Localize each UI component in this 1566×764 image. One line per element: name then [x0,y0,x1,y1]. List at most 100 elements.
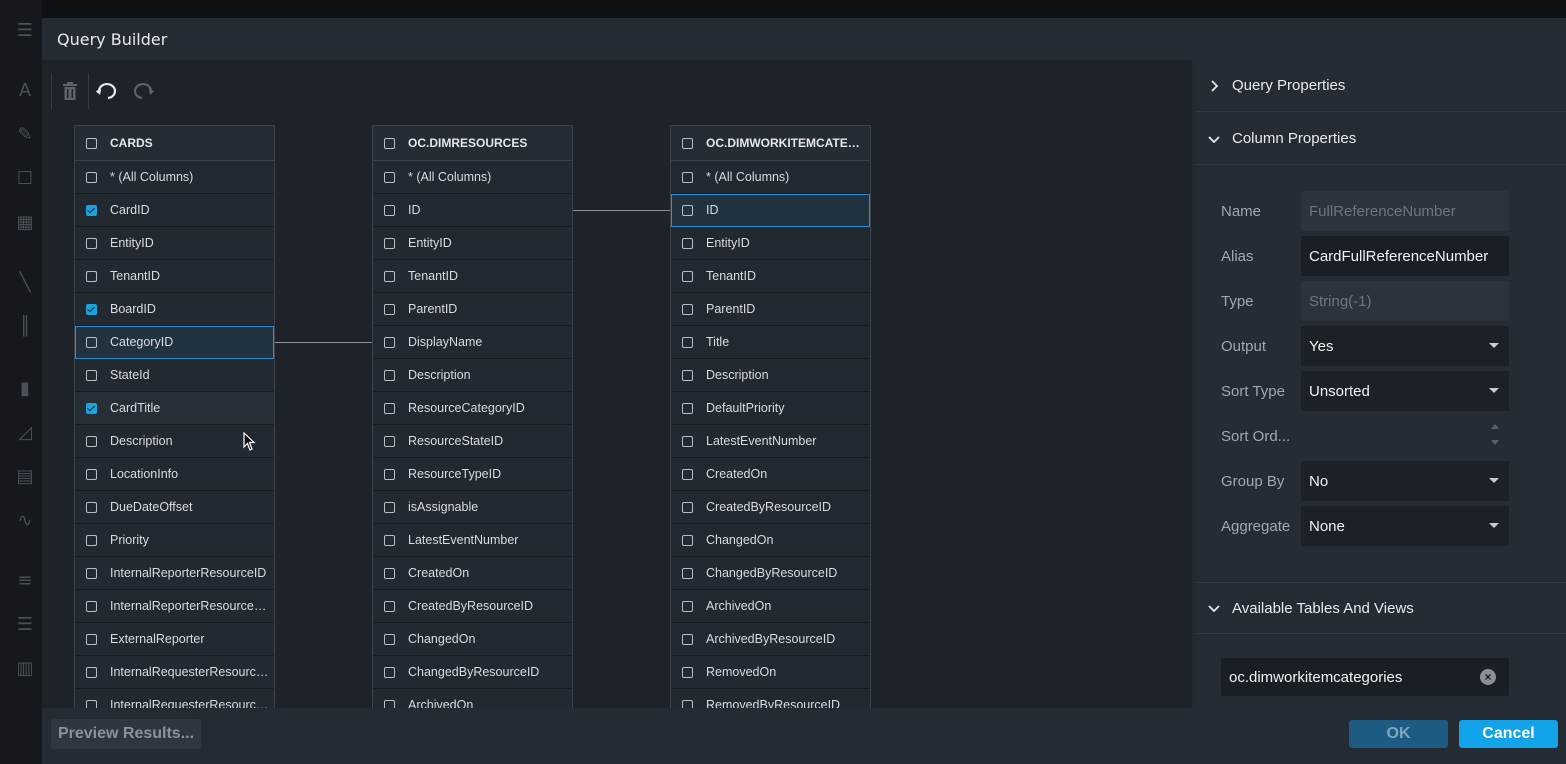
diagram-canvas[interactable]: CARDS * (All Columns) CardID EntityID Tenan… [42,60,1192,708]
column-checkbox[interactable] [682,435,693,447]
column-checkbox[interactable] [86,567,97,579]
column-checkbox[interactable] [682,699,693,708]
table-column-row[interactable]: ResourceTypeID [373,458,572,491]
table-column-row[interactable]: ParentID [373,293,572,326]
available-tables-header[interactable]: Available Tables And Views [1196,582,1566,634]
column-checkbox[interactable] [86,534,97,546]
column-checkbox[interactable] [86,633,97,645]
column-checkbox[interactable] [682,501,693,513]
column-checkbox[interactable] [384,171,395,183]
table-oc-dimworkitemcategories[interactable]: OC.DIMWORKITEMCATEGO... * (All Columns) I… [670,125,871,708]
table-column-row[interactable]: DisplayName [373,326,572,359]
table-column-row[interactable]: ChangedOn [671,524,870,557]
column-checkbox[interactable] [384,435,395,447]
table-column-row[interactable]: ChangedOn [373,623,572,656]
table-column-row[interactable]: TenantID [671,260,870,293]
column-checkbox[interactable] [86,468,97,480]
table-column-row[interactable]: Description [373,359,572,392]
column-checkbox[interactable] [682,600,693,612]
table-column-row[interactable]: ChangedByResourceID [373,656,572,689]
column-checkbox[interactable] [384,270,395,282]
column-checkbox[interactable] [86,699,97,708]
column-checkbox[interactable] [682,204,693,216]
column-checkbox[interactable] [682,633,693,645]
column-checkbox[interactable] [86,666,97,678]
table-oc-dimresources[interactable]: OC.DIMRESOURCES * (All Columns) ID EntityI… [372,125,573,708]
table-column-row[interactable]: * (All Columns) [75,161,274,194]
table-header[interactable]: CARDS [75,126,274,161]
stepper-down-icon[interactable] [1491,440,1499,445]
table-column-row[interactable]: * (All Columns) [671,161,870,194]
table-column-row[interactable]: TenantID [75,260,274,293]
table-select-checkbox[interactable] [86,137,97,149]
column-checkbox[interactable] [682,468,693,480]
preview-results-button[interactable]: Preview Results... [51,719,201,749]
table-column-row[interactable]: CardTitle [75,392,274,425]
table-column-row[interactable]: InternalReporterResourceC... [75,590,274,623]
column-checkbox[interactable] [384,600,395,612]
column-checkbox[interactable] [682,237,693,249]
table-column-row[interactable]: DefaultPriority [671,392,870,425]
group-by-select[interactable]: No [1301,461,1509,501]
cancel-button[interactable]: Cancel [1459,720,1558,748]
table-column-row[interactable]: TenantID [373,260,572,293]
relation-line[interactable] [273,342,372,343]
column-checkbox[interactable] [682,666,693,678]
table-select-checkbox[interactable] [384,137,395,149]
table-column-row[interactable]: Description [671,359,870,392]
table-column-row[interactable]: CategoryID [75,326,274,359]
column-checkbox[interactable] [86,303,97,315]
sort-type-select[interactable]: Unsorted [1301,371,1509,411]
table-column-row[interactable]: StateId [75,359,274,392]
relation-line[interactable] [572,210,670,211]
table-column-row[interactable]: ArchivedByResourceID [671,623,870,656]
table-column-row[interactable]: RemovedOn [671,656,870,689]
column-checkbox[interactable] [86,600,97,612]
column-checkbox[interactable] [682,171,693,183]
table-column-row[interactable]: LatestEventNumber [373,524,572,557]
stepper-up-icon[interactable] [1491,424,1499,429]
column-checkbox[interactable] [384,534,395,546]
column-checkbox[interactable] [384,666,395,678]
column-checkbox[interactable] [384,369,395,381]
column-checkbox[interactable] [86,237,97,249]
table-header[interactable]: OC.DIMWORKITEMCATEGO... [671,126,870,161]
delete-button[interactable] [52,73,88,109]
column-checkbox[interactable] [384,567,395,579]
redo-button[interactable] [125,73,161,109]
column-checkbox[interactable] [86,204,97,216]
table-column-row[interactable]: ChangedByResourceID [671,557,870,590]
table-column-row[interactable]: ExternalReporter [75,623,274,656]
table-column-row[interactable]: Title [671,326,870,359]
sort-order-stepper[interactable] [1301,416,1509,456]
column-properties-header[interactable]: Column Properties [1196,113,1566,165]
column-checkbox[interactable] [86,369,97,381]
column-checkbox[interactable] [384,468,395,480]
table-column-row[interactable]: CreatedOn [671,458,870,491]
column-checkbox[interactable] [384,237,395,249]
column-checkbox[interactable] [682,534,693,546]
table-column-row[interactable]: ResourceStateID [373,425,572,458]
column-checkbox[interactable] [682,369,693,381]
table-column-row[interactable]: CardID [75,194,274,227]
table-column-row[interactable]: ArchivedOn [671,590,870,623]
tables-search-input[interactable]: oc.dimworkitemcategories × [1221,658,1509,696]
output-select[interactable]: Yes [1301,326,1509,366]
query-properties-header[interactable]: Query Properties [1196,60,1566,112]
table-column-row[interactable]: BoardID [75,293,274,326]
column-checkbox[interactable] [682,567,693,579]
table-column-row[interactable]: LatestEventNumber [671,425,870,458]
alias-input[interactable]: CardFullReferenceNumber [1301,236,1509,276]
table-column-row[interactable]: * (All Columns) [373,161,572,194]
column-checkbox[interactable] [86,171,97,183]
column-checkbox[interactable] [682,270,693,282]
table-column-row[interactable]: LocationInfo [75,458,274,491]
column-checkbox[interactable] [384,699,395,708]
column-checkbox[interactable] [682,402,693,414]
table-column-row[interactable]: EntityID [671,227,870,260]
column-checkbox[interactable] [86,435,97,447]
table-column-row[interactable]: RemovedByResourceID [671,689,870,708]
table-column-row[interactable]: EntityID [373,227,572,260]
column-checkbox[interactable] [682,336,693,348]
column-checkbox[interactable] [384,204,395,216]
